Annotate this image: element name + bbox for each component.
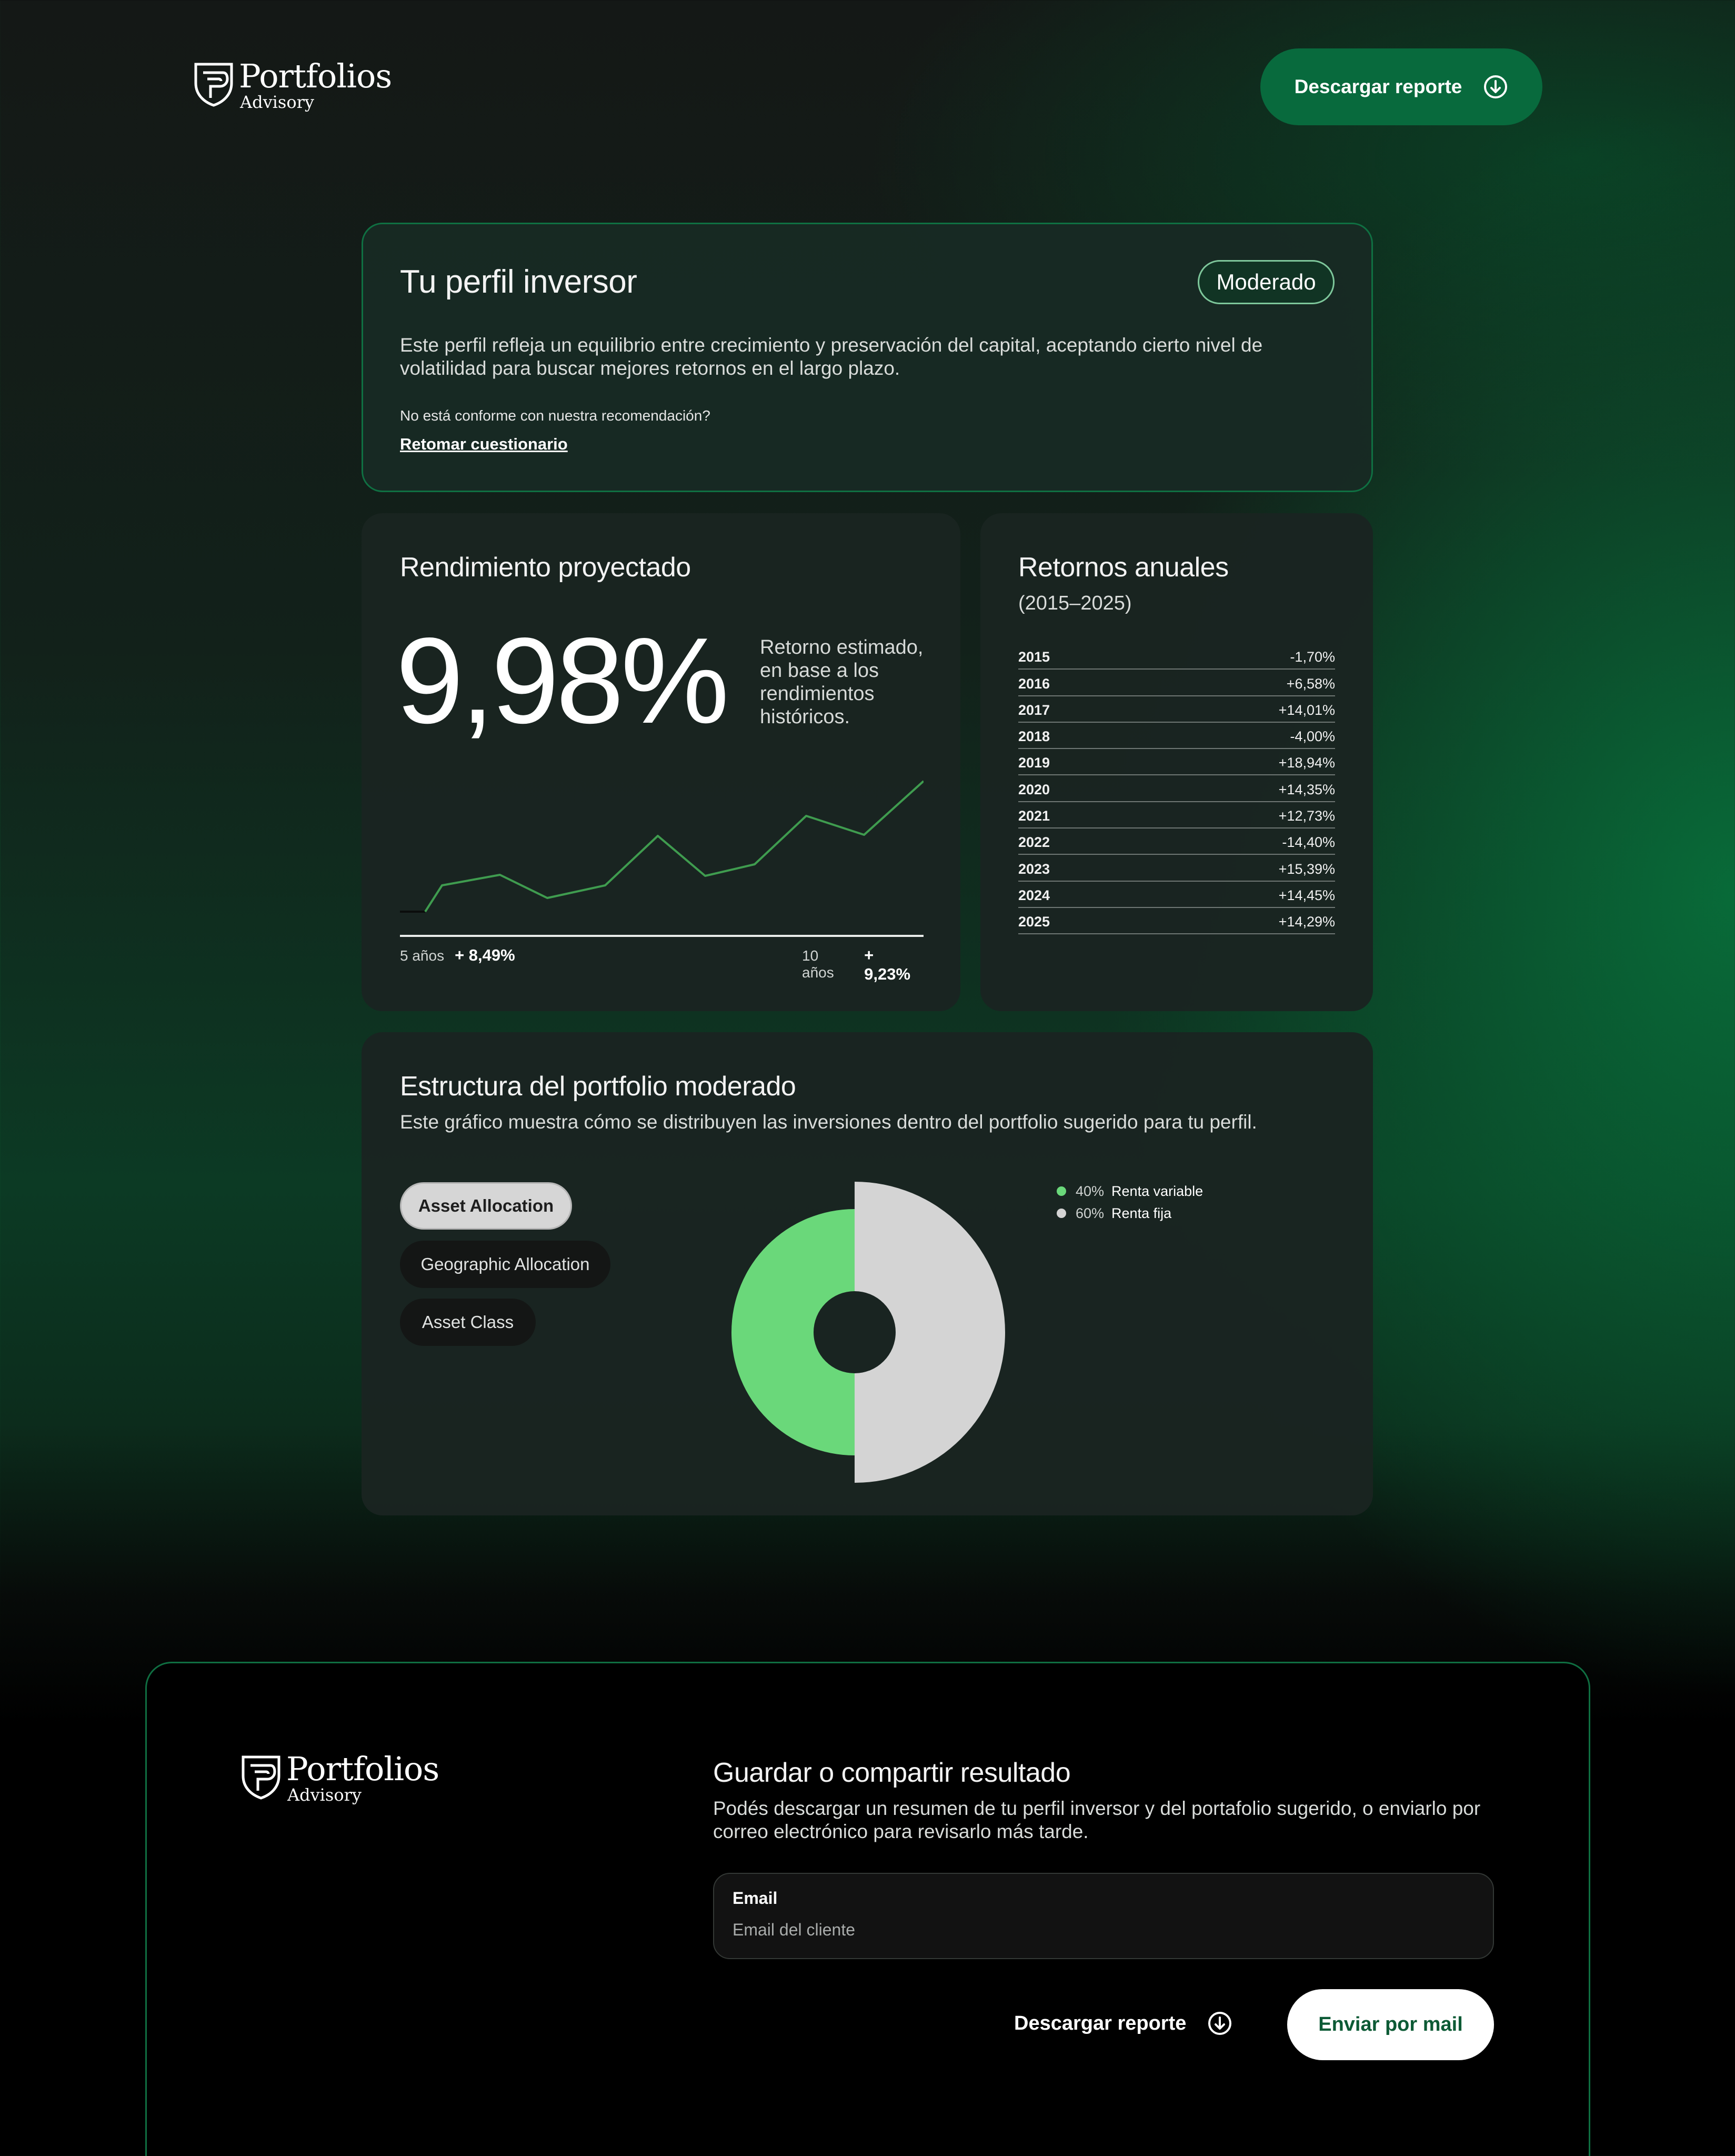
legend-pct: 40% (1076, 1183, 1105, 1199)
profile-question: No está conforme con nuestra recomendaci… (400, 407, 710, 424)
logo-sub: Advisory (240, 92, 314, 112)
download-report-button[interactable]: Descargar reporte (1260, 48, 1542, 125)
annual-subtitle: (2015–2025) (1018, 592, 1132, 614)
row-value: +18,94% (1278, 755, 1335, 771)
legend-item: 60% Renta fija (1057, 1202, 1203, 1224)
allocation-legend: 40% Renta variable 60% Renta fija (1057, 1180, 1203, 1224)
row-value: +12,73% (1278, 808, 1335, 824)
row-value: +14,29% (1278, 914, 1335, 930)
email-field[interactable] (733, 1920, 1469, 1940)
row-value: +14,45% (1278, 887, 1335, 903)
left-stat-label: 5 años (400, 947, 445, 964)
row-year: 2017 (1018, 702, 1050, 718)
profile-badge: Moderado (1198, 260, 1335, 304)
table-row: 2017 +14,01% (1018, 696, 1335, 723)
row-year: 2019 (1018, 755, 1050, 771)
row-value: +6,58% (1286, 675, 1335, 692)
annual-title: Retornos anuales (1018, 552, 1229, 583)
legend-item: 40% Renta variable (1057, 1180, 1203, 1202)
table-row: 2018 -4,00% (1018, 723, 1335, 750)
table-row: 2020 +14,35% (1018, 775, 1335, 802)
row-year: 2018 (1018, 728, 1050, 745)
logo-sub: Advisory (287, 1785, 362, 1805)
row-year: 2021 (1018, 808, 1050, 824)
logo-shield-icon (242, 1755, 280, 1800)
email-field-box[interactable]: Email (713, 1873, 1494, 1959)
legend-pct: 60% (1076, 1205, 1105, 1221)
right-stat-value: + 9,23% (864, 946, 911, 983)
footer-description: Podés descargar un resumen de tu perfil … (713, 1798, 1481, 1842)
row-value: -14,40% (1282, 834, 1335, 851)
row-year: 2025 (1018, 914, 1050, 930)
slice-renta-fija (855, 1182, 1005, 1483)
left-stat-value: + 8,49% (455, 946, 515, 964)
retake-questionnaire-link[interactable]: Retomar cuestionario (400, 435, 568, 454)
row-year: 2022 (1018, 834, 1050, 851)
projection-title: Rendimiento proyectado (400, 552, 691, 583)
tab-asset-allocation[interactable]: Asset Allocation (400, 1182, 572, 1230)
row-year: 2024 (1018, 887, 1050, 903)
legend-dot-gray (1057, 1209, 1066, 1218)
table-row: 2021 +12,73% (1018, 802, 1335, 829)
projection-line (424, 780, 924, 913)
table-row: 2022 -14,40% (1018, 829, 1335, 855)
tab-geographic-allocation[interactable]: Geographic Allocation (400, 1241, 610, 1288)
annual-returns-table: 2015 -1,70% 2016 +6,58% 2017 +14,01% 2018 -4… (1018, 643, 1335, 935)
logo-name: Portfolios (239, 57, 392, 95)
logo-shield-icon (194, 63, 233, 107)
projection-line-chart (400, 780, 924, 913)
download-circle-icon (1208, 2012, 1232, 2035)
profile-description: Este perfil refleja un equilibrio entre … (400, 334, 1263, 379)
profile-title: Tu perfil inversor (400, 264, 637, 300)
row-value: -4,00% (1290, 728, 1335, 745)
table-row: 2019 +18,94% (1018, 749, 1335, 776)
row-year: 2023 (1018, 861, 1050, 877)
footer-logo[interactable]: Portfolios Advisory (240, 1753, 439, 1804)
projection-value: 9,98% (396, 613, 729, 749)
projection-axis (400, 935, 924, 937)
tab-asset-class[interactable]: Asset Class (400, 1299, 536, 1346)
legend-dot-green (1057, 1186, 1066, 1196)
table-row: 2024 +14,45% (1018, 882, 1335, 908)
allocation-donut-chart (731, 1182, 1005, 1483)
row-year: 2020 (1018, 781, 1050, 797)
table-row: 2023 +15,39% (1018, 855, 1335, 882)
row-year: 2015 (1018, 649, 1050, 665)
legend-label: Renta variable (1111, 1183, 1204, 1199)
projection-right-stat: 10 años + 9,23% (802, 946, 924, 984)
download-circle-icon (1484, 75, 1508, 98)
send-by-mail-button[interactable]: Enviar por mail (1287, 1989, 1494, 2060)
row-value: -1,70% (1290, 649, 1335, 665)
table-row: 2016 +6,58% (1018, 670, 1335, 696)
row-value: +15,39% (1278, 861, 1335, 877)
legend-label: Renta fija (1111, 1205, 1172, 1221)
row-value: +14,01% (1278, 702, 1335, 718)
logo-name: Portfolios (286, 1750, 439, 1788)
footer-download-label: Descargar reporte (1014, 2012, 1187, 2034)
structure-description: Este gráfico muestra cómo se distribuyen… (400, 1111, 1257, 1133)
slice-renta-variable (731, 1209, 855, 1455)
download-report-label: Descargar reporte (1294, 76, 1462, 97)
row-year: 2016 (1018, 675, 1050, 692)
footer-title: Guardar o compartir resultado (713, 1758, 1071, 1788)
table-row: 2015 -1,70% (1018, 643, 1335, 670)
email-label: Email (733, 1889, 778, 1908)
projection-description: Retorno estimado, en base a los rendimie… (760, 636, 924, 728)
row-value: +14,35% (1278, 781, 1335, 797)
structure-title: Estructura del portfolio moderado (400, 1071, 796, 1102)
table-row: 2025 +14,29% (1018, 908, 1335, 935)
footer-download-report-button[interactable]: Descargar reporte (1014, 2011, 1232, 2036)
right-stat-label: 10 años (802, 947, 834, 981)
header-logo[interactable]: Portfolios Advisory (193, 60, 392, 112)
projection-left-stat: 5 años + 8,49% (400, 946, 515, 965)
